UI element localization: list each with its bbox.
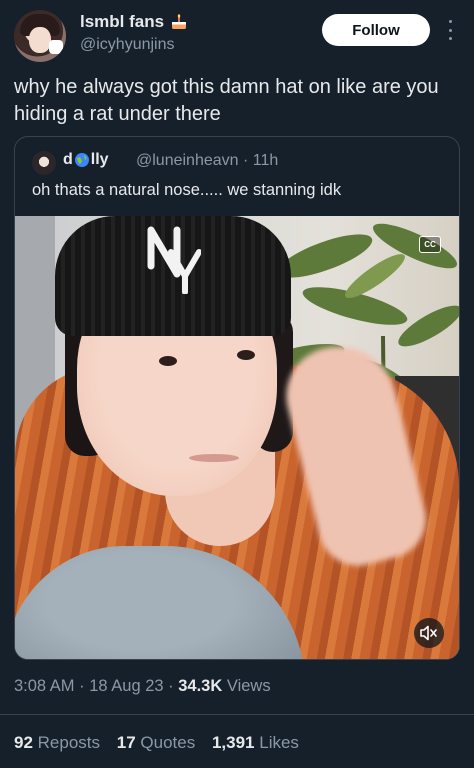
- meta-separator: ·: [168, 677, 179, 695]
- tweet-date[interactable]: 18 Aug 23: [89, 677, 163, 695]
- globe-icon: [74, 153, 89, 167]
- views-label: Views: [226, 677, 271, 695]
- quoted-handle[interactable]: @luneinheavn: [136, 152, 239, 169]
- quoted-tweet-card[interactable]: d lly @luneinheavn · 11h oh thats a natu…: [14, 136, 460, 660]
- quoted-name-suffix: lly: [90, 151, 109, 168]
- avatar-face: [29, 27, 51, 53]
- author-name-text: lsmbl fans: [80, 12, 165, 31]
- quotes-count: 17: [116, 733, 136, 752]
- more-options-icon[interactable]: [446, 20, 454, 40]
- quotes-label: Quotes: [140, 733, 196, 752]
- tweet-metadata: 3:08 AM · 18 Aug 23 · 34.3K Views: [14, 677, 271, 696]
- likes-count: 1,391: [211, 733, 255, 752]
- quoted-time[interactable]: · 11h: [243, 152, 278, 169]
- author-handle[interactable]: @icyhyunjins: [80, 36, 175, 54]
- video-player[interactable]: CC: [15, 216, 459, 659]
- quoted-name-prefix: d: [63, 151, 73, 168]
- avatar-badge: [49, 40, 63, 54]
- video-eye-right: [237, 350, 255, 360]
- reposts-stat[interactable]: 92 Reposts: [14, 733, 105, 752]
- muted-speaker-icon[interactable]: [414, 618, 444, 648]
- views-count: 34.3K: [178, 677, 223, 695]
- reposts-count: 92: [14, 733, 33, 752]
- quoted-handle-time: @luneinheavn · 11h: [136, 152, 278, 170]
- likes-label: Likes: [259, 733, 299, 752]
- author-avatar[interactable]: [14, 10, 66, 62]
- likes-stat[interactable]: 1,391 Likes: [212, 733, 299, 752]
- video-eye-left: [159, 356, 177, 366]
- tweet-time[interactable]: 3:08 AM: [14, 677, 75, 695]
- captions-icon[interactable]: CC: [419, 236, 441, 253]
- tweet-text: why he always got this damn hat on like …: [14, 76, 439, 125]
- author-display-name[interactable]: lsmbl fans: [80, 12, 188, 32]
- engagement-stats: 92 Reposts 17 Quotes 1,391 Likes: [14, 733, 311, 753]
- quoted-author-avatar[interactable]: [32, 151, 56, 175]
- video-beanie: [55, 216, 291, 336]
- reposts-label: Reposts: [37, 733, 101, 752]
- quoted-author-name[interactable]: d lly: [63, 151, 109, 169]
- meta-separator: ·: [79, 677, 90, 695]
- ny-logo-icon: [147, 226, 201, 294]
- divider: [0, 714, 474, 715]
- quotes-stat[interactable]: 17 Quotes: [117, 733, 200, 752]
- follow-button[interactable]: Follow: [322, 14, 430, 46]
- quoted-tweet-text: oh thats a natural nose..... we stanning…: [32, 181, 342, 199]
- video-mouth: [189, 454, 239, 462]
- birthday-cake-icon: [172, 14, 187, 29]
